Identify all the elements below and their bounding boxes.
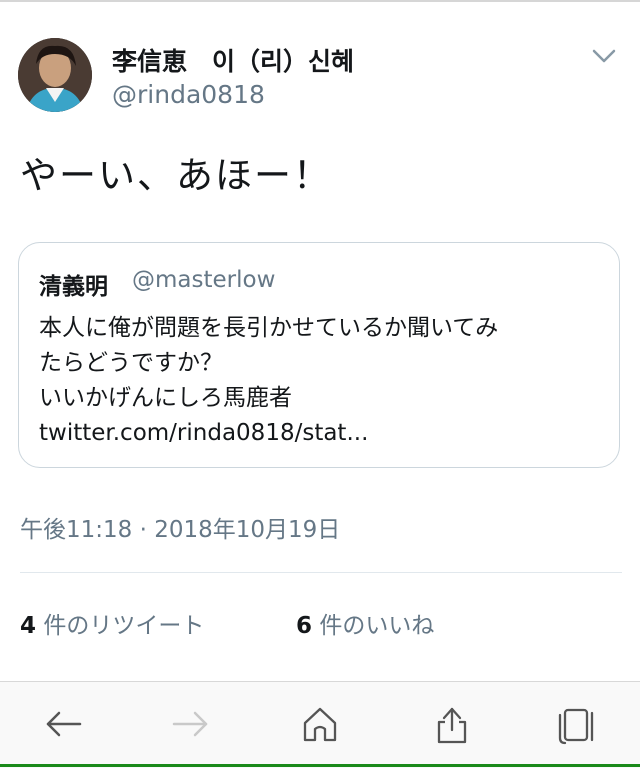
retweets-stat[interactable]: 4 件のリツイート [20,606,204,640]
browser-toolbar [0,681,640,768]
quoted-tweet-text: 本人に俺が問題を長引かせているか聞いてみ たらどうですか？ いいかげんにしろ馬鹿… [39,311,609,451]
quoted-link[interactable]: twitter.com/rinda0818/stat... [39,416,609,451]
tweet-timestamp: 午後11:18 · 2018年10月19日 [20,517,341,543]
top-divider [0,0,640,2]
likes-stat[interactable]: 6 件のいいね [296,606,434,640]
avatar[interactable] [18,38,92,112]
quoted-tweet-card[interactable]: 清義明 @masterlow 本人に俺が問題を長引かせているか聞いてみ たらどう… [18,242,620,468]
divider [20,572,622,573]
chevron-down-icon[interactable] [590,46,618,66]
quoted-text-line: 本人に俺が問題を長引かせているか聞いてみ [39,315,499,341]
forward-icon[interactable] [168,702,212,746]
likes-label: 件のいいね [319,613,435,639]
home-icon[interactable] [298,702,342,746]
retweets-label: 件のリツイート [43,613,205,639]
retweets-count: 4 [20,613,37,639]
author-handle[interactable]: @rinda0818 [112,80,265,109]
tabs-icon[interactable] [555,702,599,746]
author-name[interactable]: 李信恵 이（리）신혜 [112,42,354,78]
quoted-text-line: いいかげんにしろ馬鹿者 [39,385,292,411]
share-icon[interactable] [430,702,474,746]
quoted-text-line: たらどうですか？ [39,350,223,376]
back-icon[interactable] [42,702,86,746]
tweet-text: やーい、あほー！ [20,154,332,197]
likes-count: 6 [296,613,313,639]
quoted-author-name: 清義明 [39,274,108,300]
quoted-author-handle: @masterlow [132,267,276,293]
avatar-image [18,38,92,112]
